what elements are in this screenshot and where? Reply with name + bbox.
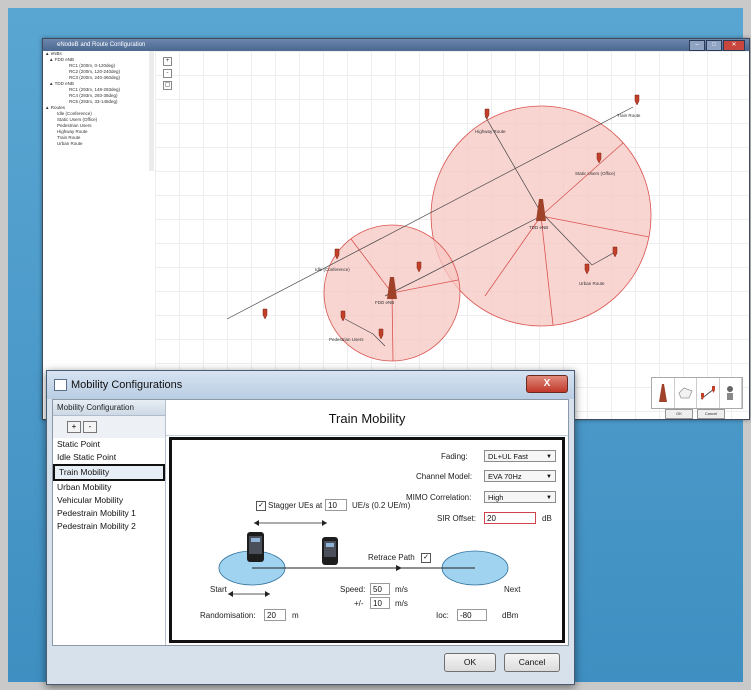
ioc-input[interactable]: -80 [457, 609, 487, 621]
map-label-pedestrian: Pedestrian Users [329, 337, 364, 342]
dialog-body: Mobility Configuration + - Static Point … [52, 399, 569, 646]
speed-label: Speed: [340, 585, 366, 594]
retrace-path-label: Retrace Path [368, 553, 415, 562]
speed-input[interactable]: 50 [370, 583, 390, 595]
palette-route-icon[interactable] [697, 378, 720, 408]
sir-offset-label: SIR Offset: [437, 514, 476, 523]
fading-label: Fading: [441, 452, 468, 461]
channel-model-value: EVA 70Hz [488, 472, 522, 481]
route-marker-icon [262, 308, 268, 320]
fading-select[interactable]: DL+UL Fast ▼ [484, 450, 556, 462]
ioc-unit: dBm [502, 611, 519, 620]
dialog-close-button[interactable]: X [526, 375, 568, 393]
train-mobility-settings: Fading: DL+UL Fast ▼ Channel Model: EVA … [169, 437, 565, 643]
mobility-list-toolbar: + - [53, 416, 165, 438]
remove-mobility-button[interactable]: - [83, 421, 97, 433]
next-label: Next [504, 585, 521, 594]
back-cancel-button[interactable]: Cancel [697, 409, 725, 419]
speed-variation-input[interactable]: 10 [370, 597, 390, 609]
list-item[interactable]: Urban Mobility [53, 481, 165, 494]
retrace-path-checkbox[interactable]: ✓ [421, 553, 431, 563]
mobility-configurations-dialog: Mobility Configurations X Mobility Confi… [46, 370, 575, 685]
mobility-list-header: Mobility Configuration [53, 400, 165, 416]
speed-variation-unit: m/s [395, 599, 408, 608]
map-label-train-route: Train Route [617, 113, 641, 118]
mimo-correlation-label: MIMO Correlation: [406, 493, 472, 502]
speed-unit: m/s [395, 585, 408, 594]
window-icon [54, 379, 67, 391]
mobility-list: Static Point Idle Static Point Train Mob… [53, 438, 165, 533]
element-palette [651, 377, 743, 409]
list-item[interactable]: Static Point [53, 438, 165, 451]
desktop-background: eNodeB and Route Configuration – □ ✕ ▲ e… [0, 0, 751, 690]
sir-offset-input[interactable]: 20 [484, 512, 536, 524]
map-label-fdd-enb: FDD eNB [375, 300, 395, 305]
start-label: Start [210, 585, 227, 594]
window-title: eNodeB and Route Configuration [57, 42, 146, 48]
dialog-footer: OK Cancel [52, 648, 567, 678]
stagger-checkbox[interactable]: ✓ [256, 501, 266, 511]
minimize-button[interactable]: – [689, 40, 705, 51]
randomisation-label: Randomisation: [200, 611, 256, 620]
tree-item[interactable]: Urban Route [43, 141, 155, 147]
map-drawing [226, 94, 652, 362]
mimo-correlation-value: High [488, 493, 504, 502]
map-canvas[interactable]: + - ▢ Train Route Highway Route Static U… [155, 51, 749, 419]
map-label-urban-route: Urban Route [579, 281, 605, 286]
ok-button[interactable]: OK [444, 653, 496, 672]
stagger-unit: UE/s (0.2 UE/m) [352, 501, 411, 510]
tree-scrollbar[interactable] [149, 51, 154, 171]
palette-area-icon[interactable] [675, 378, 697, 408]
chevron-down-icon: ▼ [546, 474, 552, 480]
window-title-bar[interactable]: eNodeB and Route Configuration – □ ✕ [43, 39, 749, 51]
close-button[interactable]: ✕ [723, 40, 745, 51]
palette-tower-icon[interactable] [652, 378, 675, 408]
map-label-idle-conference: Idle (Conference) [315, 267, 350, 272]
route-marker-icon [634, 94, 640, 106]
chevron-down-icon: ▼ [546, 454, 552, 460]
enodeb-route-window: eNodeB and Route Configuration – □ ✕ ▲ e… [42, 38, 750, 420]
randomisation-input[interactable]: 20 [264, 609, 286, 621]
map-label-tdd-enb: TDD eNB [529, 225, 549, 230]
ioc-label: Ioc: [436, 611, 449, 620]
maximize-button[interactable]: □ [706, 40, 722, 51]
channel-model-select[interactable]: EVA 70Hz ▼ [484, 470, 556, 482]
list-item[interactable]: Vehicular Mobility [53, 494, 165, 507]
list-item[interactable]: Pedestrain Mobility 2 [53, 520, 165, 533]
fading-value: DL+UL Fast [488, 452, 528, 461]
phone-icon [322, 537, 338, 565]
chevron-down-icon: ▼ [546, 495, 552, 501]
dialog-title: Mobility Configurations [71, 379, 183, 391]
speed-variation-label: +/- [354, 599, 364, 608]
map-label-static-users: Static Users (Office) [575, 171, 616, 176]
cancel-button[interactable]: Cancel [504, 653, 560, 672]
list-item-selected[interactable]: Train Mobility [53, 464, 165, 481]
list-item[interactable]: Idle Static Point [53, 451, 165, 464]
stagger-input[interactable]: 10 [325, 499, 347, 511]
randomisation-unit: m [292, 611, 299, 620]
sir-offset-unit: dB [542, 514, 552, 523]
panel-title: Train Mobility [166, 400, 568, 436]
stagger-label: Stagger UEs at [268, 501, 323, 510]
mobility-list-pane: Mobility Configuration + - Static Point … [53, 400, 166, 645]
list-item[interactable]: Pedestrain Mobility 1 [53, 507, 165, 520]
channel-model-label: Channel Model: [416, 472, 473, 481]
add-mobility-button[interactable]: + [67, 421, 81, 433]
phone-icon [247, 532, 264, 562]
mimo-correlation-select[interactable]: High ▼ [484, 491, 556, 503]
palette-user-icon[interactable] [720, 378, 742, 408]
back-ok-button[interactable]: OK [665, 409, 693, 419]
map-label-highway-route: Highway Route [475, 129, 506, 134]
element-tree: ▲ eNBs ▲ FDD eNB RC1 (200m, 0-120deg) RC… [43, 51, 156, 419]
dialog-title-bar[interactable]: Mobility Configurations X [47, 371, 574, 399]
